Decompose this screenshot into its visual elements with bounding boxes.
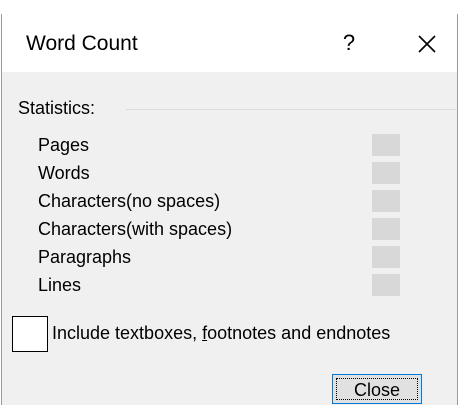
stat-row-lines: Lines bbox=[38, 272, 408, 298]
stat-row-characters-no-spaces: Characters(no spaces) bbox=[38, 188, 408, 214]
include-label-after: ootnotes and endnotes bbox=[207, 323, 391, 343]
stat-label-characters-no-spaces: Characters(no spaces) bbox=[38, 191, 221, 211]
stat-row-words: Words bbox=[38, 160, 408, 186]
stat-label-pages: Pages bbox=[38, 135, 90, 155]
statistics-group-divider bbox=[126, 109, 456, 110]
include-textboxes-checkbox[interactable] bbox=[12, 316, 48, 352]
include-textboxes-label[interactable]: Include textboxes, footnotes and endnote… bbox=[52, 321, 390, 345]
stat-label-lines: Lines bbox=[38, 275, 82, 295]
stat-value-paragraphs bbox=[372, 246, 400, 268]
stat-value-characters-with-spaces bbox=[372, 218, 400, 240]
stat-label-paragraphs: Paragraphs bbox=[38, 247, 132, 267]
stat-value-lines bbox=[372, 274, 400, 296]
close-button[interactable]: Close bbox=[332, 374, 422, 404]
statistics-group-label: Statistics: bbox=[18, 98, 96, 118]
word-count-dialog: Word Count ? Statistics: Pages Words Cha… bbox=[1, 14, 458, 405]
stat-label-words: Words bbox=[38, 163, 90, 183]
help-button[interactable]: ? bbox=[327, 26, 371, 60]
stat-value-characters-no-spaces bbox=[372, 190, 400, 212]
stat-row-characters-with-spaces: Characters(with spaces) bbox=[38, 216, 408, 242]
stat-row-paragraphs: Paragraphs bbox=[38, 244, 408, 270]
close-window-button[interactable] bbox=[404, 26, 448, 60]
stat-label-characters-with-spaces: Characters(with spaces) bbox=[38, 219, 233, 239]
close-button-label: Close bbox=[336, 378, 418, 400]
top-strip bbox=[0, 0, 464, 14]
include-label-before: Include textboxes, bbox=[52, 323, 203, 343]
dialog-title: Word Count bbox=[26, 32, 138, 55]
close-x-icon bbox=[418, 35, 436, 53]
title-bar: Word Count ? bbox=[2, 14, 457, 72]
stat-value-pages bbox=[372, 134, 400, 156]
stat-value-words bbox=[372, 162, 400, 184]
stat-row-pages: Pages bbox=[38, 132, 408, 158]
